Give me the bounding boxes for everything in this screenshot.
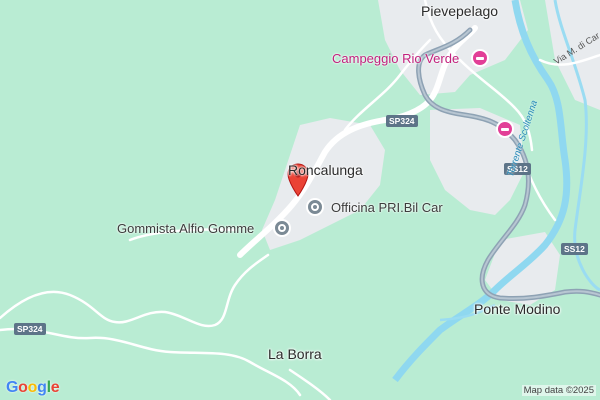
car-repair-icon[interactable] bbox=[273, 219, 291, 237]
hotel-bed-icon[interactable] bbox=[496, 120, 514, 138]
logo-letter: o bbox=[27, 379, 38, 396]
map-attribution[interactable]: Map data ©2025 bbox=[521, 385, 596, 396]
logo-letter: o bbox=[18, 379, 28, 396]
road-shield-sp324: SP324 bbox=[386, 115, 418, 127]
map-base-layer bbox=[0, 0, 600, 400]
poi-label-campeggio[interactable]: Campeggio Rio Verde bbox=[332, 51, 459, 66]
place-label-la-borra[interactable]: La Borra bbox=[268, 346, 322, 362]
car-repair-icon[interactable] bbox=[306, 198, 324, 216]
poi-label-officina[interactable]: Officina PRI.Bil Car bbox=[331, 200, 443, 215]
poi-label-gommista[interactable]: Gommista Alfio Gomme bbox=[117, 221, 254, 236]
place-label-ponte-modino[interactable]: Ponte Modino bbox=[474, 301, 560, 317]
place-label-roncalunga[interactable]: Roncalunga bbox=[288, 162, 363, 178]
place-label-pievepelago[interactable]: Pievepelago bbox=[421, 3, 498, 19]
google-logo: Google bbox=[6, 379, 60, 397]
road-shield-sp324: SP324 bbox=[14, 323, 46, 335]
logo-letter: G bbox=[6, 379, 19, 396]
logo-letter: e bbox=[50, 379, 60, 396]
logo-letter: g bbox=[37, 379, 47, 396]
hotel-bed-icon[interactable] bbox=[471, 49, 489, 67]
road-shield-ss12: SS12 bbox=[561, 243, 588, 255]
map-canvas[interactable]: Pievepelago Roncalunga La Borra Ponte Mo… bbox=[0, 0, 600, 400]
